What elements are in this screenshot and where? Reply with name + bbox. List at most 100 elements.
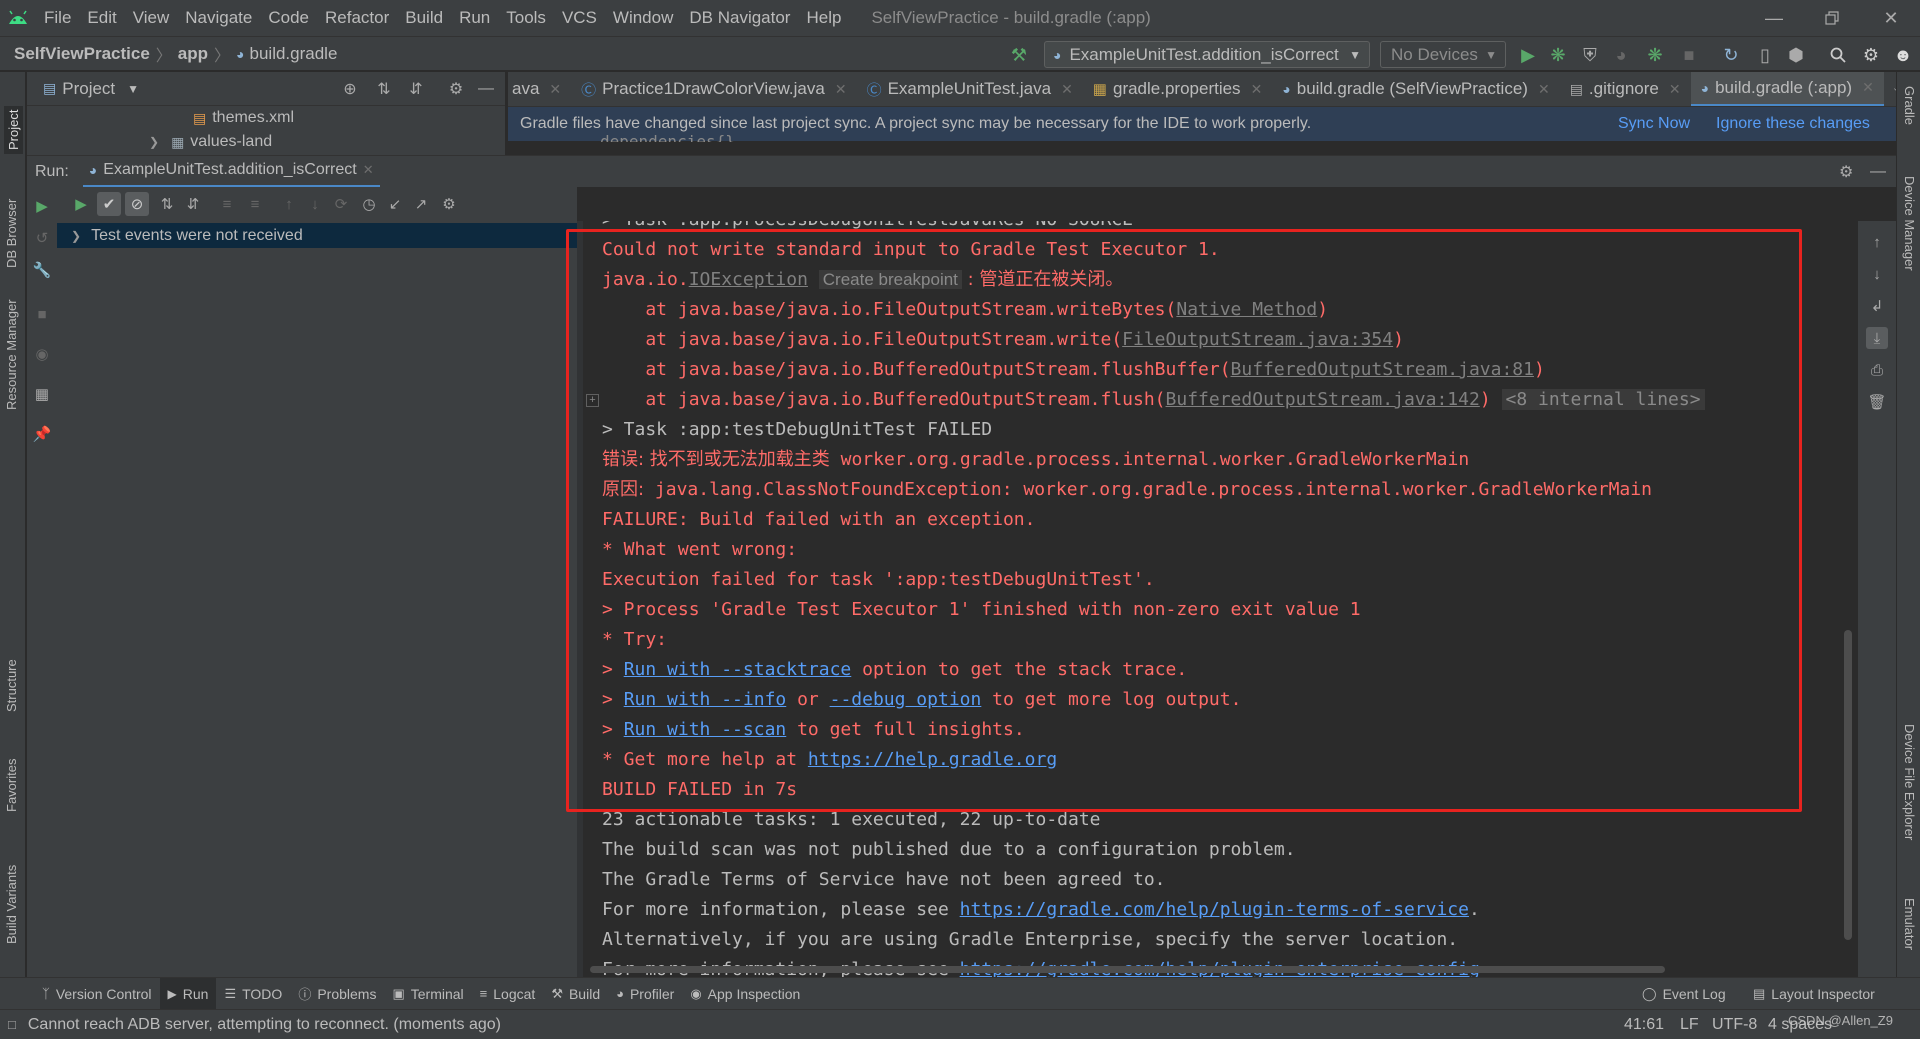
clock-icon[interactable]: ◷ — [357, 192, 381, 216]
breadcrumb-project[interactable]: SelfViewPractice — [14, 44, 150, 64]
editor-tab-partial-java[interactable]: ava ✕ — [508, 72, 571, 106]
menu-window[interactable]: Window — [605, 0, 681, 36]
run-icon[interactable]: ▶ — [1515, 42, 1541, 68]
device-manager-icon[interactable]: ▯ — [1752, 42, 1778, 68]
sync-gradle-icon[interactable]: ↻ — [1718, 42, 1744, 68]
settings-gear-icon[interactable]: ⚙ — [1839, 162, 1853, 182]
stack-frame-link[interactable]: BufferedOutputStream.java:81 — [1231, 359, 1534, 380]
layout-icon[interactable]: ▦ — [31, 383, 53, 405]
console-horizontal-scrollbar[interactable] — [590, 966, 1665, 973]
restore-icon[interactable] — [1803, 0, 1861, 36]
device-select[interactable]: No Devices ▼ — [1380, 41, 1506, 68]
editor-tab-practice1drawcolorview[interactable]: Ⓒ Practice1DrawColorView.java ✕ — [571, 72, 856, 106]
sync-now-link[interactable]: Sync Now — [1618, 107, 1690, 141]
menu-tools[interactable]: Tools — [498, 0, 554, 36]
breadcrumb-file[interactable]: build.gradle — [250, 44, 338, 64]
sdk-manager-icon[interactable]: ⬢ — [1783, 42, 1809, 68]
tool-tab-gradle[interactable]: Gradle — [1902, 86, 1917, 125]
test-tree-root-row[interactable]: ❯ Test events were not received — [57, 223, 577, 248]
rerun-failed-icon[interactable]: ↺ — [31, 227, 53, 249]
collapse-all-icon[interactable]: ≡ — [243, 192, 267, 216]
project-view-select[interactable]: Project — [62, 79, 115, 99]
tool-tab-device-file-explorer[interactable]: Device File Explorer — [1902, 724, 1917, 840]
menu-help[interactable]: Help — [798, 0, 849, 36]
info-link[interactable]: Run with --info — [624, 689, 787, 710]
tool-tab-db-browser[interactable]: DB Browser — [4, 199, 19, 268]
tree-item-values-land[interactable]: ❯ ▦ values-land — [149, 130, 272, 154]
close-tab-icon[interactable]: ✕ — [1669, 81, 1681, 98]
close-window-icon[interactable]: ✕ — [1862, 0, 1920, 36]
close-tab-icon[interactable]: ✕ — [363, 162, 374, 178]
editor-tab-build-gradle-project[interactable]: ◕ build.gradle (SelfViewPractice) ✕ — [1272, 72, 1559, 106]
sort-by-duration-icon[interactable]: ⇵ — [181, 192, 205, 216]
tool-tab-build[interactable]: ⚒ Build — [543, 978, 608, 1010]
hide-panel-icon[interactable]: — — [1870, 163, 1886, 181]
settings-gear-icon[interactable]: ⚙ — [437, 192, 461, 216]
scroll-down-arrow-icon[interactable]: ↓ — [1866, 263, 1888, 285]
run-tab-exampleunittest[interactable]: ◕ ExampleUnitTest.addition_isCorrect ✕ — [82, 156, 380, 188]
line-separator[interactable]: LF — [1680, 1010, 1699, 1039]
menu-build[interactable]: Build — [397, 0, 451, 36]
ignore-changes-link[interactable]: Ignore these changes — [1716, 107, 1870, 141]
next-failed-test-icon[interactable]: ↓ — [303, 192, 327, 216]
close-tab-icon[interactable]: ✕ — [835, 81, 847, 98]
terms-of-service-link[interactable]: https://gradle.com/help/plugin-terms-of-… — [960, 899, 1469, 920]
editor-tab-gradle-properties[interactable]: ▦ gradle.properties ✕ — [1083, 72, 1273, 106]
collapse-all-icon[interactable]: ⇵ — [405, 78, 427, 100]
tool-tab-run[interactable]: ▶ Run — [159, 977, 217, 1010]
scroll-to-end-icon[interactable]: ⤓ — [1866, 327, 1888, 349]
expand-all-icon[interactable]: ≡ — [215, 192, 239, 216]
close-tab-icon[interactable]: ✕ — [1862, 79, 1874, 96]
tool-tab-emulator[interactable]: Emulator — [1902, 898, 1917, 950]
show-ignored-icon[interactable]: ⊘ — [125, 192, 149, 216]
trash-clear-icon[interactable]: 🗑 — [1866, 391, 1888, 413]
tool-tab-build-variants[interactable]: Build Variants — [4, 865, 19, 944]
view-eye-icon[interactable]: ◉ — [31, 343, 53, 365]
tool-tab-todo[interactable]: ☰ TODO — [216, 978, 290, 1010]
menu-edit[interactable]: Edit — [79, 0, 124, 36]
tool-tab-terminal[interactable]: ▣ Terminal — [384, 978, 471, 1010]
status-window-icon[interactable]: □ — [8, 1017, 16, 1032]
status-message[interactable]: Cannot reach ADB server, attempting to r… — [28, 1016, 501, 1034]
menu-file[interactable]: File — [36, 0, 79, 36]
profile-gauge-icon[interactable]: ◕ — [1608, 42, 1634, 68]
close-tab-icon[interactable]: ✕ — [1251, 81, 1263, 98]
tool-tab-project[interactable]: Project — [4, 105, 23, 154]
close-tab-icon[interactable]: ✕ — [1538, 81, 1550, 98]
settings-gear-icon[interactable]: ⚙ — [445, 78, 467, 100]
tool-tab-layout-inspector[interactable]: ▤ Layout Inspector — [1745, 978, 1883, 1010]
dropdown-arrow-icon[interactable]: ▼ — [127, 82, 139, 96]
tool-tab-logcat[interactable]: ≡ Logcat — [472, 978, 544, 1010]
stack-frame-link[interactable]: FileOutputStream.java:354 — [1122, 329, 1393, 350]
menu-code[interactable]: Code — [260, 0, 317, 36]
internal-lines-fold[interactable]: <8 internal lines> — [1501, 389, 1705, 410]
tool-tab-device-manager[interactable]: Device Manager — [1902, 176, 1917, 271]
coverage-shield-icon[interactable]: ⛨ — [1577, 42, 1603, 68]
menu-db-navigator[interactable]: DB Navigator — [681, 0, 798, 36]
sort-alphabetically-icon[interactable]: ⇅ — [155, 192, 179, 216]
editor-tab-build-gradle-app[interactable]: ◕ build.gradle (:app) ✕ — [1690, 72, 1884, 106]
menu-navigate[interactable]: Navigate — [177, 0, 260, 36]
show-hidden-tabs-icon[interactable]: ⌵ — [1884, 72, 1896, 106]
gradle-help-link[interactable]: https://help.gradle.org — [808, 749, 1057, 770]
stop-icon[interactable]: ■ — [31, 303, 53, 325]
account-avatar-icon[interactable]: ☻ — [1890, 42, 1916, 68]
tool-tab-favorites[interactable]: Favorites — [4, 759, 19, 812]
stack-frame-link[interactable]: BufferedOutputStream.java:142 — [1166, 389, 1480, 410]
soft-wrap-icon[interactable]: ↲ — [1866, 295, 1888, 317]
tool-tab-profiler[interactable]: ◕ Profiler — [608, 978, 682, 1010]
pin-icon[interactable]: 📌 — [31, 423, 53, 445]
search-icon[interactable] — [1825, 42, 1851, 68]
rerun-icon[interactable]: ▶ — [69, 192, 93, 216]
previous-failed-test-icon[interactable]: ↑ — [277, 192, 301, 216]
close-tab-icon[interactable]: ✕ — [549, 81, 561, 98]
caret-position[interactable]: 41:61 — [1624, 1010, 1664, 1039]
create-breakpoint-hint[interactable]: Create breakpoint — [818, 270, 962, 289]
debug-link[interactable]: --debug option — [830, 689, 982, 710]
hide-panel-icon[interactable]: — — [475, 78, 497, 100]
menu-run[interactable]: Run — [451, 0, 498, 36]
menu-refactor[interactable]: Refactor — [317, 0, 397, 36]
make-project-hammer-icon[interactable]: ⚒ — [1006, 42, 1032, 68]
expand-all-icon[interactable]: ⇅ — [373, 78, 395, 100]
print-icon[interactable]: ⎙ — [1866, 359, 1888, 381]
